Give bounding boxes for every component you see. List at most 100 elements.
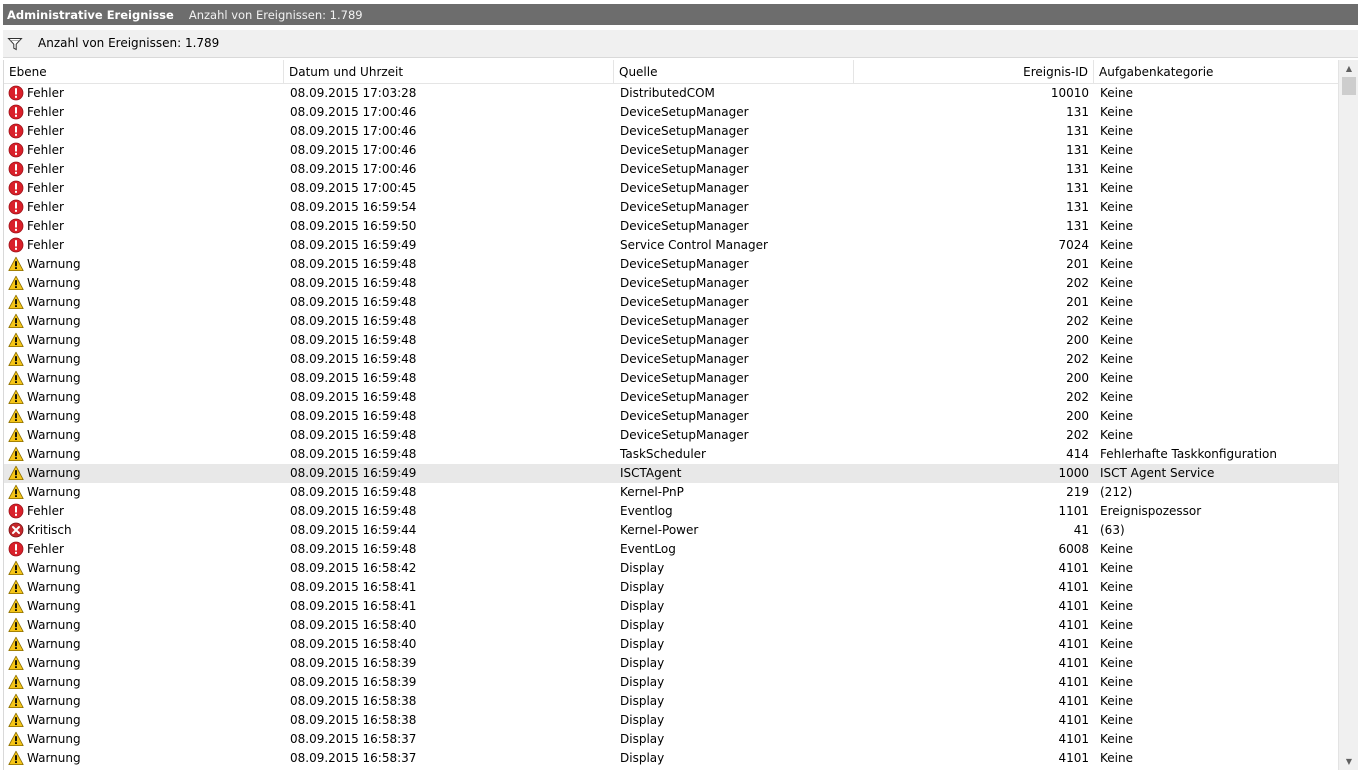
table-row[interactable]: Fehler 08.09.2015 16:59:50 DeviceSetupMana…	[4, 217, 1338, 236]
scroll-down-arrow-icon[interactable]: ▼	[1339, 753, 1358, 770]
table-row[interactable]: Warnung 08.09.2015 16:58:41 Display 4101 Kei…	[4, 578, 1338, 597]
event-id-cell: 1101	[1058, 504, 1089, 518]
source-cell: EventLog	[620, 542, 676, 556]
level-cell: Warnung	[8, 692, 284, 711]
warning-icon	[8, 332, 24, 348]
level-cell: Fehler	[8, 122, 284, 141]
source-cell: DeviceSetupManager	[620, 200, 749, 214]
error-icon	[8, 85, 24, 101]
table-row[interactable]: Warnung 08.09.2015 16:58:38 Display 4101 Kei…	[4, 711, 1338, 730]
table-row[interactable]: Fehler 08.09.2015 17:00:46 DeviceSetupMana…	[4, 141, 1338, 160]
warning-icon	[8, 579, 24, 595]
date-cell: 08.09.2015 16:58:37	[290, 751, 417, 765]
level-cell: Warnung	[8, 426, 284, 445]
source-cell: ISCTAgent	[620, 466, 682, 480]
scrollbar-thumb[interactable]	[1342, 77, 1356, 95]
level-cell: Warnung	[8, 711, 284, 730]
error-icon	[8, 218, 24, 234]
level-text: Warnung	[27, 333, 81, 347]
table-row[interactable]: Warnung 08.09.2015 16:59:49 ISCTAgent 1000 I…	[4, 464, 1338, 483]
table-row[interactable]: Warnung 08.09.2015 16:58:41 Display 4101 Kei…	[4, 597, 1338, 616]
table-row[interactable]: Fehler 08.09.2015 17:00:46 DeviceSetupMana…	[4, 122, 1338, 141]
table-row[interactable]: Fehler 08.09.2015 17:00:45 DeviceSetupMana…	[4, 179, 1338, 198]
table-row[interactable]: Warnung 08.09.2015 16:58:37 Display 4101 Kei…	[4, 730, 1338, 749]
table-row[interactable]: Fehler 08.09.2015 16:59:48 EventLog 6008 Kei…	[4, 540, 1338, 559]
table-row[interactable]: Warnung 08.09.2015 16:58:39 Display 4101 Kei…	[4, 654, 1338, 673]
table-row[interactable]: Warnung 08.09.2015 16:58:39 Display 4101 Kei…	[4, 673, 1338, 692]
date-cell: 08.09.2015 17:00:45	[290, 181, 417, 195]
date-cell: 08.09.2015 16:58:38	[290, 713, 417, 727]
table-row[interactable]: Warnung 08.09.2015 16:59:48 DeviceSetupMan…	[4, 407, 1338, 426]
date-cell: 08.09.2015 16:58:41	[290, 580, 417, 594]
table-row[interactable]: Warnung 08.09.2015 16:58:37 Display 4101 Kei…	[4, 749, 1338, 768]
level-text: Warnung	[27, 466, 81, 480]
table-row[interactable]: Warnung 08.09.2015 16:58:42 Display 4101 Kei…	[4, 559, 1338, 578]
column-header-event-id[interactable]: Ereignis-ID	[854, 60, 1094, 84]
source-cell: DeviceSetupManager	[620, 295, 749, 309]
level-cell: Warnung	[8, 274, 284, 293]
level-text: Warnung	[27, 694, 81, 708]
table-row[interactable]: Warnung 08.09.2015 16:58:40 Display 4101 Kei…	[4, 635, 1338, 654]
level-text: Warnung	[27, 675, 81, 689]
table-row[interactable]: Fehler 08.09.2015 16:59:48 Eventlog 1101 Ere…	[4, 502, 1338, 521]
table-row[interactable]: Warnung 08.09.2015 16:59:48 Kernel-PnP 219 (…	[4, 483, 1338, 502]
table-row[interactable]: Fehler 08.09.2015 16:59:54 DeviceSetupMana…	[4, 198, 1338, 217]
category-cell: Keine	[1100, 257, 1133, 271]
column-header-level[interactable]: Ebene	[4, 60, 284, 84]
scroll-up-arrow-icon[interactable]: ▲	[1339, 60, 1358, 77]
event-id-cell: 131	[1066, 105, 1089, 119]
table-row[interactable]: Fehler 08.09.2015 17:03:28 DistributedCOM 1…	[4, 84, 1338, 103]
source-cell: DeviceSetupManager	[620, 257, 749, 271]
level-text: Warnung	[27, 371, 81, 385]
table-row[interactable]: Warnung 08.09.2015 16:59:48 DeviceSetupMan…	[4, 255, 1338, 274]
table-row[interactable]: Warnung 08.09.2015 16:59:48 DeviceSetupMan…	[4, 312, 1338, 331]
table-row[interactable]: Warnung 08.09.2015 16:59:48 DeviceSetupMan…	[4, 293, 1338, 312]
level-text: Fehler	[27, 504, 64, 518]
level-text: Fehler	[27, 143, 64, 157]
table-row[interactable]: Warnung 08.09.2015 16:59:48 DeviceSetupMan…	[4, 350, 1338, 369]
table-row[interactable]: Warnung 08.09.2015 16:58:40 Display 4101 Kei…	[4, 616, 1338, 635]
table-row[interactable]: Fehler 08.09.2015 16:59:49 Service Control…	[4, 236, 1338, 255]
level-cell: Warnung	[8, 369, 284, 388]
warning-icon	[8, 712, 24, 728]
level-text: Fehler	[27, 105, 64, 119]
level-cell: Fehler	[8, 198, 284, 217]
source-cell: DistributedCOM	[620, 86, 715, 100]
table-row[interactable]: Warnung 08.09.2015 16:58:38 Display 4101 Kei…	[4, 692, 1338, 711]
source-cell: Display	[620, 637, 665, 651]
table-row[interactable]: Warnung 08.09.2015 16:59:48 TaskScheduler 4…	[4, 445, 1338, 464]
table-row[interactable]: Warnung 08.09.2015 16:59:48 DeviceSetupMan…	[4, 426, 1338, 445]
column-header-category[interactable]: Aufgabenkategorie	[1094, 60, 1338, 84]
event-id-cell: 4101	[1058, 637, 1089, 651]
category-cell: Keine	[1100, 390, 1133, 404]
level-text: Warnung	[27, 276, 81, 290]
date-cell: 08.09.2015 17:00:46	[290, 105, 417, 119]
vertical-scrollbar[interactable]: ▲ ▼	[1338, 60, 1358, 770]
filter-funnel-icon[interactable]	[7, 36, 23, 52]
warning-icon	[8, 750, 24, 766]
level-cell: Warnung	[8, 483, 284, 502]
table-row[interactable]: Kritisch 08.09.2015 16:59:44 Kernel-Power 4…	[4, 521, 1338, 540]
error-icon	[8, 104, 24, 120]
date-cell: 08.09.2015 16:59:44	[290, 523, 417, 537]
level-cell: Warnung	[8, 445, 284, 464]
table-row[interactable]: Warnung 08.09.2015 16:59:48 DeviceSetupMan…	[4, 331, 1338, 350]
column-header-source[interactable]: Quelle	[614, 60, 854, 84]
table-row[interactable]: Fehler 08.09.2015 17:00:46 DeviceSetupMana…	[4, 160, 1338, 179]
date-cell: 08.09.2015 16:59:48	[290, 257, 417, 271]
table-row[interactable]: Fehler 08.09.2015 17:00:46 DeviceSetupMana…	[4, 103, 1338, 122]
date-cell: 08.09.2015 16:58:39	[290, 656, 417, 670]
column-header-date[interactable]: Datum und Uhrzeit	[284, 60, 614, 84]
event-id-cell: 202	[1066, 428, 1089, 442]
category-cell: Keine	[1100, 618, 1133, 632]
event-id-cell: 131	[1066, 162, 1089, 176]
event-id-cell: 201	[1066, 257, 1089, 271]
date-cell: 08.09.2015 16:59:48	[290, 371, 417, 385]
table-row[interactable]: Warnung 08.09.2015 16:59:48 DeviceSetupMan…	[4, 274, 1338, 293]
table-row[interactable]: Warnung 08.09.2015 16:59:48 DeviceSetupMan…	[4, 388, 1338, 407]
date-cell: 08.09.2015 16:59:48	[290, 542, 417, 556]
event-id-cell: 202	[1066, 314, 1089, 328]
table-row[interactable]: Warnung 08.09.2015 16:59:48 DeviceSetupMan…	[4, 369, 1338, 388]
category-cell: Keine	[1100, 542, 1133, 556]
date-cell: 08.09.2015 16:58:42	[290, 561, 417, 575]
